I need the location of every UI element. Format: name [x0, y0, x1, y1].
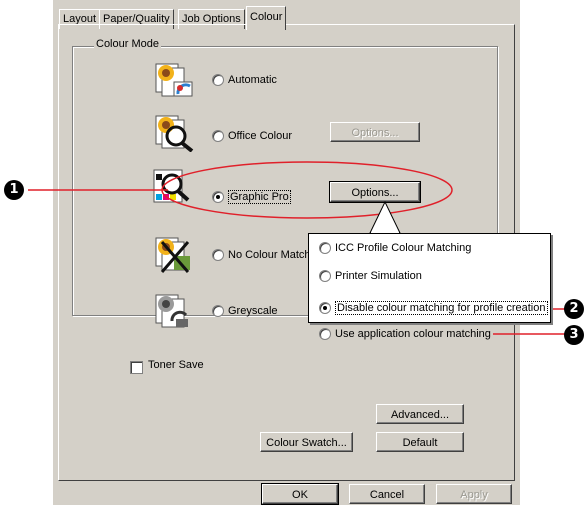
popup-option-icc-label: ICC Profile Colour Matching [335, 242, 472, 254]
graphic-pro-options-popup: ICC Profile Colour Matching Printer Simu… [308, 233, 551, 340]
popup-option-disable-matching-label: Disable colour matching for profile crea… [335, 301, 548, 315]
callout-3: 3 [564, 325, 584, 345]
callout-1: 1 [4, 180, 24, 200]
popup-option-icc-button[interactable] [319, 242, 331, 254]
graphic-pro-highlight-ellipse [161, 161, 453, 219]
tab-colour-label: Colour [250, 11, 283, 23]
popup-option-application-matching-label: Use application colour matching [335, 328, 491, 340]
tab-colour[interactable]: Colour [246, 6, 287, 30]
popup-option-printer-simulation-label: Printer Simulation [335, 270, 422, 282]
callout-2: 2 [564, 299, 584, 319]
popup-option-disable-matching-button[interactable] [319, 302, 331, 314]
popup-option-printer-simulation[interactable]: Printer Simulation [319, 270, 422, 282]
popup-option-printer-simulation-button[interactable] [319, 270, 331, 282]
popup-option-icc[interactable]: ICC Profile Colour Matching [319, 242, 471, 254]
popup-option-application-matching[interactable]: Use application colour matching [319, 328, 491, 340]
popup-pointer [369, 200, 401, 234]
popup-option-application-matching-button[interactable] [319, 328, 331, 340]
popup-option-disable-matching[interactable]: Disable colour matching for profile crea… [319, 301, 548, 315]
